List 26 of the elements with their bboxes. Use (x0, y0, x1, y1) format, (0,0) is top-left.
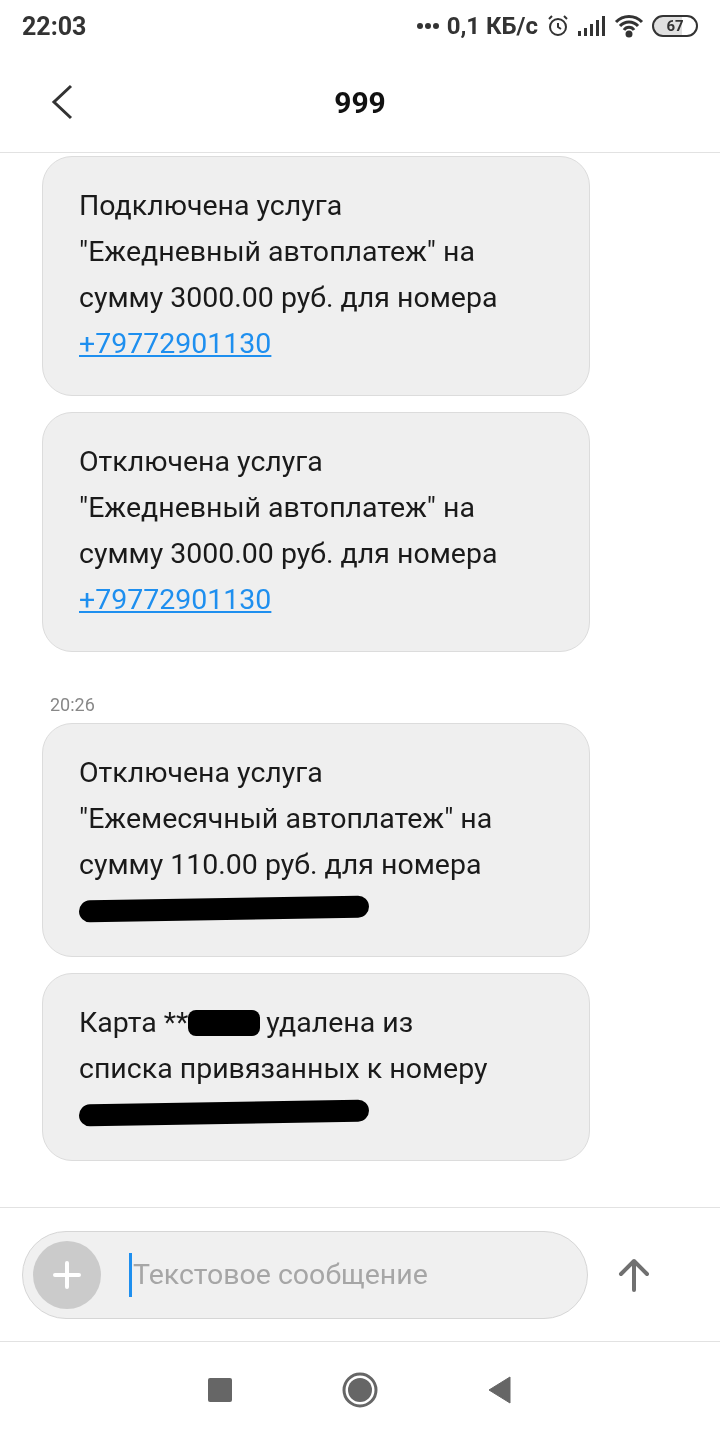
network-speed: 0,1 КБ/с (446, 12, 538, 40)
home-icon[interactable] (342, 1371, 378, 1408)
send-button[interactable] (618, 1257, 650, 1292)
up-arrow-icon (618, 1257, 650, 1292)
message-field[interactable]: Текстовое сообщение (22, 1230, 588, 1319)
battery-level: 67 (652, 15, 698, 37)
conversation-title: 999 (334, 84, 386, 120)
message-time: 20:26 (50, 694, 96, 715)
message-text: Отключена услуга "Ежемесячный автоплатеж" на сумму 110.00 руб. для номера (79, 755, 493, 883)
phone-link[interactable]: +79772901130 (79, 321, 272, 367)
message-text: Подключена услуга "Ежедневный автоплатеж" на сумму 3000.00 руб. для номера (79, 188, 498, 316)
message-input[interactable]: Текстовое сообщение (132, 1258, 533, 1291)
wifi-icon (614, 14, 644, 38)
plus-icon (53, 1260, 81, 1289)
message-text: удалена из (266, 1006, 414, 1039)
back-icon[interactable] (50, 84, 74, 120)
alarm-icon (546, 14, 570, 38)
back-icon[interactable] (488, 1375, 512, 1404)
message-text: Отключена услуга "Ежедневный автоплатеж" на сумму 3000.00 руб. для номера (79, 444, 498, 572)
signal-icon (578, 15, 606, 37)
clock: 22:03 (22, 11, 87, 41)
phone-link[interactable]: +79772901130 (79, 577, 272, 623)
message-text: списка привязанных к номеру (79, 1051, 488, 1087)
more-dots-icon (416, 22, 439, 30)
recents-icon[interactable] (208, 1377, 232, 1402)
message-text: Карта ** (79, 1006, 189, 1039)
